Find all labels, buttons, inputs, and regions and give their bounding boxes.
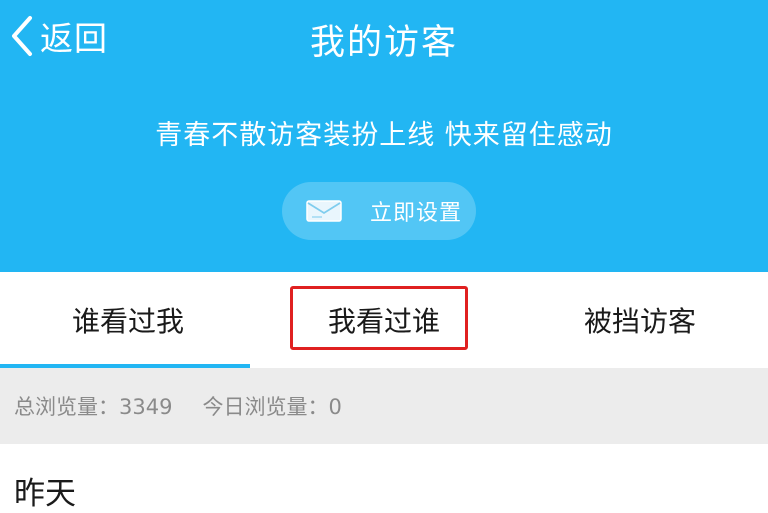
- today-views-stat: 今日浏览量：0: [202, 395, 342, 419]
- page-title: 我的访客: [309, 23, 458, 63]
- tab-label: 谁看过我: [71, 305, 184, 338]
- total-views-stat: 总浏览量：3349: [14, 395, 173, 419]
- promo-text: 青春不散访客装扮上线 快来留住感动: [155, 120, 613, 151]
- tab-label: 我看过谁: [327, 305, 440, 338]
- tab-bar: 谁看过我 我看过谁 被挡访客: [0, 272, 768, 368]
- tab-blocked-visitors[interactable]: 被挡访客: [512, 272, 768, 368]
- header-banner: 返回 我的访客 青春不散访客装扮上线 快来留住感动 立即设置: [0, 0, 768, 272]
- tab-label: 被挡访客: [583, 305, 696, 338]
- stats-bar: 总浏览量：3349 今日浏览量：0: [0, 368, 768, 444]
- tab-who-i-viewed[interactable]: 我看过谁: [256, 272, 512, 368]
- set-now-label: 立即设置: [370, 201, 463, 226]
- tab-who-viewed-me[interactable]: 谁看过我: [0, 272, 256, 368]
- date-section: 昨天: [0, 444, 768, 512]
- set-now-button[interactable]: 立即设置: [282, 182, 476, 240]
- section-header-yesterday: 昨天: [14, 476, 76, 512]
- envelope-icon: [306, 200, 342, 222]
